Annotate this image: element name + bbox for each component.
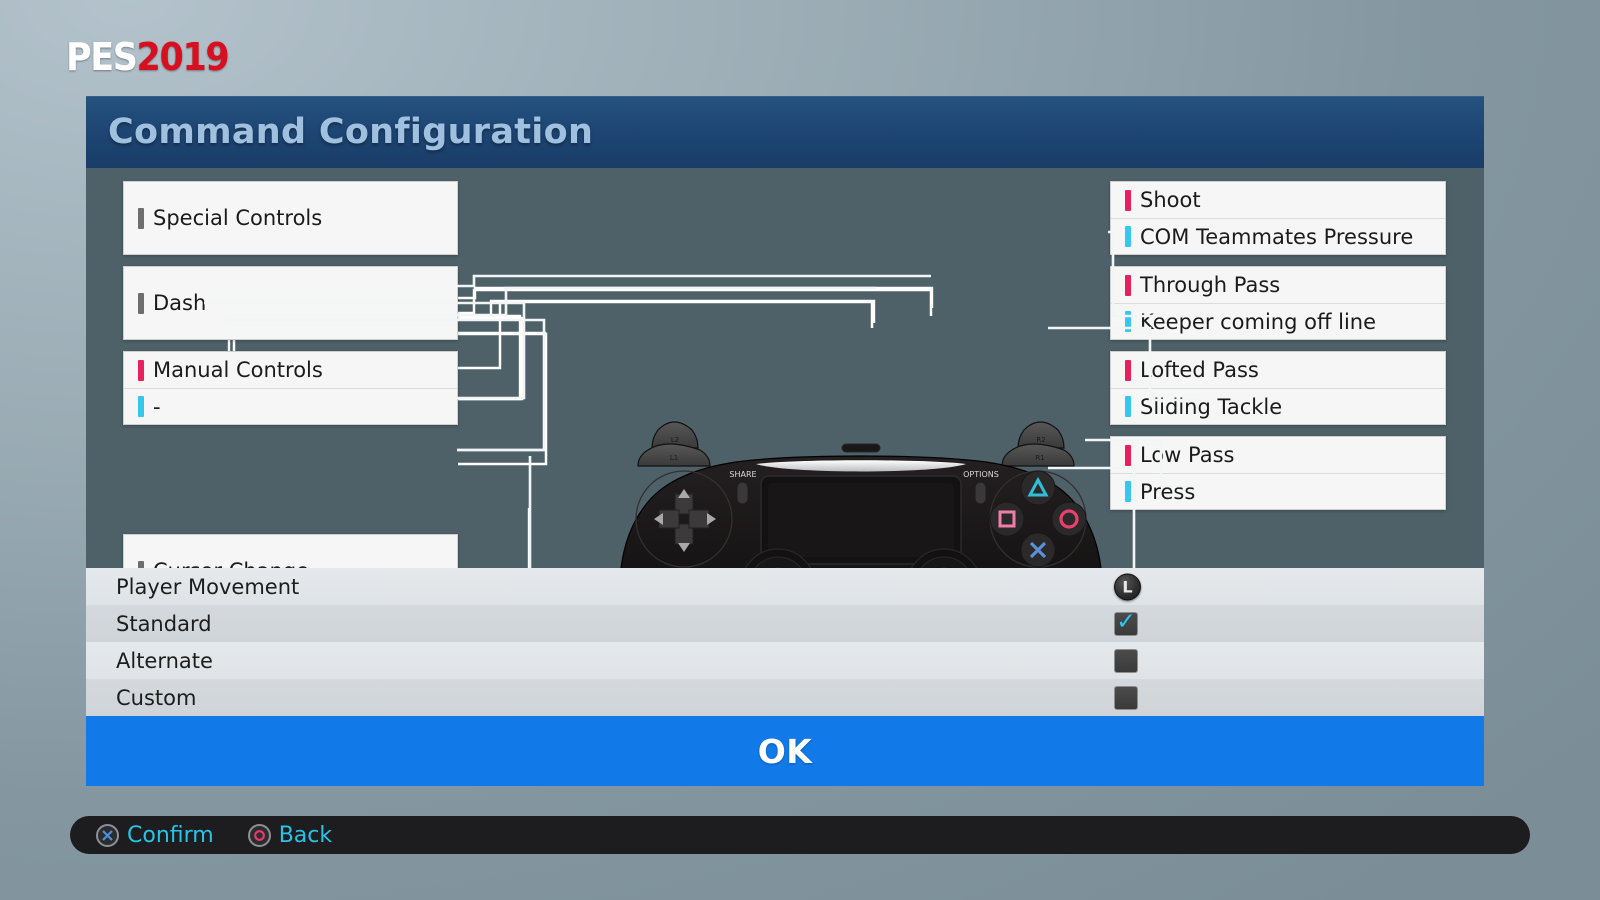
checkbox-custom[interactable] (1114, 685, 1138, 710)
list-row-standard[interactable]: Standard ✓ (86, 605, 1484, 642)
list-row-label: Standard (116, 611, 212, 636)
cross-button-icon (96, 823, 119, 847)
list-row-label: Alternate (116, 648, 213, 673)
card-row: COM Teammates Pressure (1111, 218, 1445, 254)
footer-action-back[interactable]: Back (247, 822, 333, 848)
checkbox-box: ✓ (1114, 608, 1138, 636)
bumper-label-l1: L1 (670, 454, 678, 462)
card-row: Low Pass (1111, 437, 1445, 473)
pes-2019-logo: PES2019 (66, 35, 230, 79)
card-label: Dash (153, 291, 207, 315)
card-label: Manual Controls (153, 358, 323, 382)
card-label: Special Controls (153, 206, 323, 230)
card-row: Lofted Pass (1111, 352, 1445, 388)
accent-bar-icon (138, 396, 144, 417)
l-stick-glyph: L (1114, 573, 1141, 600)
card-row: - (124, 388, 457, 424)
card-shoot-com-pressure[interactable]: Shoot COM Teammates Pressure (1110, 181, 1446, 255)
card-through-pass-keeper[interactable]: Through Pass Keeper coming off line (1110, 266, 1446, 340)
card-manual-controls[interactable]: Manual Controls - (123, 351, 458, 425)
checkbox-alternate[interactable] (1114, 648, 1138, 673)
card-row: Press (1111, 473, 1445, 509)
list-row-label: Player Movement (116, 574, 300, 599)
checkbox-box (1114, 685, 1138, 710)
options-label: OPTIONS (963, 470, 999, 479)
card-special-controls[interactable]: Special Controls (123, 181, 458, 255)
footer-action-label: Back (278, 822, 333, 848)
footer-action-bar: Confirm Back (70, 816, 1530, 854)
card-label: Lofted Pass (1140, 358, 1259, 382)
checkbox-box (1114, 648, 1138, 673)
accent-bar-icon (1125, 274, 1131, 296)
logo-pes-text: PES (66, 35, 138, 79)
card-low-pass-press[interactable]: Low Pass Press (1110, 436, 1446, 510)
list-row-alternate[interactable]: Alternate (86, 642, 1484, 679)
card-label: Shoot (1140, 188, 1201, 212)
card-row: Sliding Tackle (1111, 388, 1445, 424)
command-configuration-window: Command Configuration Special Controls D… (86, 96, 1484, 796)
window-title-bar: Command Configuration (86, 96, 1484, 168)
accent-bar-icon (138, 207, 144, 229)
accent-bar-icon (1125, 359, 1131, 381)
card-label: Sliding Tackle (1140, 394, 1283, 419)
page-title: Command Configuration (108, 112, 594, 152)
check-icon: ✓ (1116, 608, 1136, 635)
card-row: Dash (124, 267, 457, 339)
list-row-player-movement[interactable]: Player Movement L (86, 568, 1484, 605)
card-row: Keeper coming off line (1111, 303, 1445, 339)
l-stick-button-icon[interactable]: L (1114, 573, 1141, 600)
trigger-label-l2: L2 (671, 436, 679, 444)
accent-bar-icon (1125, 481, 1131, 502)
card-row: Manual Controls (124, 352, 457, 388)
card-row: Special Controls (124, 182, 457, 254)
card-row: Through Pass (1111, 267, 1445, 303)
card-label: - (153, 394, 161, 419)
card-label: COM Teammates Pressure (1140, 224, 1414, 249)
footer-action-confirm[interactable]: Confirm (96, 823, 214, 848)
circle-button-icon (247, 823, 271, 847)
list-row-label: Custom (116, 685, 197, 710)
card-dash[interactable]: Dash (123, 266, 458, 340)
card-label: Press (1140, 479, 1196, 504)
card-label: Through Pass (1140, 273, 1281, 297)
accent-bar-icon (138, 359, 144, 381)
footer-action-label: Confirm (127, 822, 214, 848)
accent-bar-icon (1125, 396, 1131, 417)
controller-diagram-stage: Special Controls Dash Manual Controls - … (86, 168, 1484, 656)
card-row: Shoot (1111, 182, 1445, 218)
trigger-label-r2: R2 (1036, 436, 1045, 444)
accent-bar-icon (1125, 226, 1131, 247)
logo-year-text: 2019 (136, 35, 230, 79)
player-movement-option-list: Player Movement L Standard ✓ Alternate C… (86, 568, 1484, 716)
share-label: SHARE (729, 470, 756, 479)
card-label: Low Pass (1140, 443, 1235, 467)
accent-bar-icon (1125, 311, 1131, 332)
list-row-custom[interactable]: Custom (86, 679, 1484, 716)
checkbox-standard[interactable]: ✓ (1114, 608, 1138, 636)
card-label: Keeper coming off line (1140, 309, 1377, 334)
accent-bar-icon (1125, 444, 1131, 466)
bumper-label-r1: R1 (1035, 454, 1044, 462)
card-lofted-pass-sliding-tackle[interactable]: Lofted Pass Sliding Tackle (1110, 351, 1446, 425)
accent-bar-icon (138, 292, 144, 314)
ok-button[interactable]: OK (86, 716, 1484, 786)
accent-bar-icon (1125, 189, 1131, 211)
